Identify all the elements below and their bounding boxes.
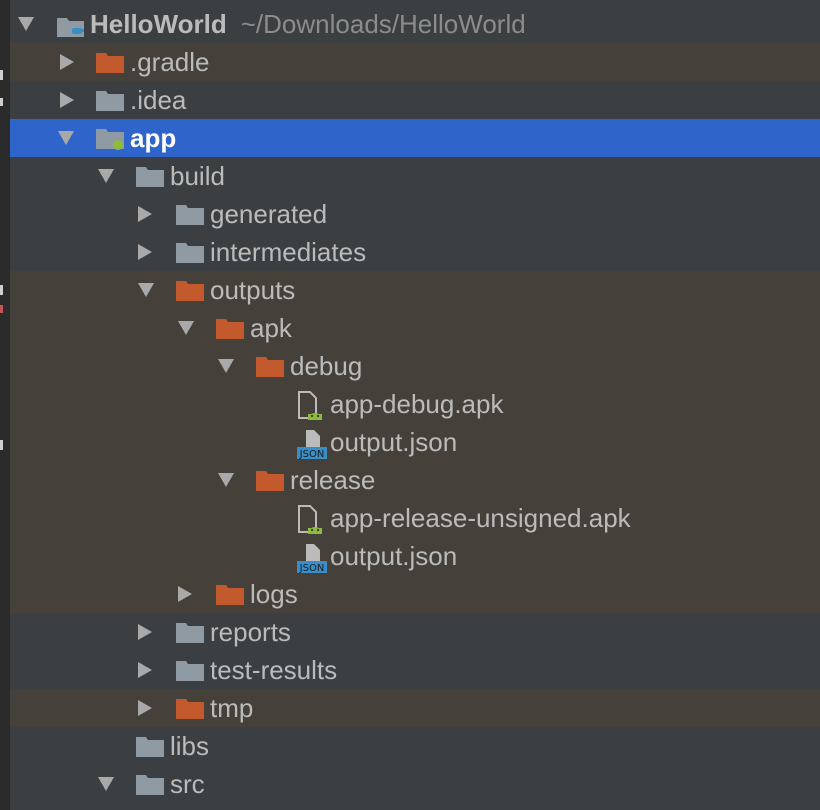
folder-gray-icon — [176, 243, 204, 263]
project-name: HelloWorld ~/Downloads/HelloWorld — [90, 9, 526, 39]
expand-arrow-icon[interactable] — [18, 17, 34, 31]
tree-row-app-release-apk[interactable]: app-release-unsigned.apk — [10, 499, 820, 537]
json-badge-text: JSON — [299, 563, 325, 574]
folder-orange-icon — [216, 319, 244, 339]
project-path: ~/Downloads/HelloWorld — [240, 9, 526, 39]
json-file-icon: JSON — [296, 428, 327, 460]
expand-arrow-icon[interactable] — [178, 586, 192, 602]
expand-arrow-icon[interactable] — [60, 54, 74, 70]
json-file-icon: JSON — [296, 542, 327, 574]
tree-label: build — [170, 161, 225, 191]
tree-row-reports[interactable]: reports — [10, 613, 820, 651]
folder-orange-icon — [216, 585, 244, 605]
expand-arrow-icon[interactable] — [138, 662, 152, 678]
tree-row-root[interactable]: HelloWorld ~/Downloads/HelloWorld — [10, 5, 820, 43]
project-tree: HelloWorld ~/Downloads/HelloWorld .gradle… — [10, 5, 820, 803]
gutter-marker — [0, 285, 3, 295]
expand-arrow-icon[interactable] — [98, 777, 114, 791]
tree-row-output-json[interactable]: JSON output.json — [10, 537, 820, 575]
tree-label: debug — [290, 351, 363, 381]
tree-row-app[interactable]: app — [10, 119, 820, 157]
gutter-marker — [0, 440, 3, 450]
apk-file-icon — [296, 390, 326, 420]
left-gutter — [0, 0, 10, 810]
tree-label: app — [130, 123, 177, 153]
project-folder-icon — [56, 15, 84, 37]
folder-gray-icon — [136, 737, 164, 757]
tree-row-app-debug-apk[interactable]: app-debug.apk — [10, 385, 820, 423]
tree-row-output-json[interactable]: JSON output.json — [10, 423, 820, 461]
tree-row-release[interactable]: release — [10, 461, 820, 499]
tree-row-test-results[interactable]: test-results — [10, 651, 820, 689]
tree-label: output.json — [330, 427, 458, 457]
folder-orange-icon — [176, 281, 204, 301]
folder-gray-icon — [136, 167, 164, 187]
expand-arrow-icon[interactable] — [138, 624, 152, 640]
tree-row-gradle[interactable]: .gradle — [10, 43, 820, 81]
folder-gray-icon — [176, 623, 204, 643]
tree-label: tmp — [210, 693, 254, 723]
tree-label: release — [290, 465, 376, 495]
folder-gray-icon — [136, 775, 164, 795]
tree-label: app-release-unsigned.apk — [330, 503, 631, 533]
tree-row-tmp[interactable]: tmp — [10, 689, 820, 727]
expand-arrow-icon[interactable] — [60, 92, 74, 108]
tree-row-src[interactable]: src — [10, 765, 820, 803]
folder-gray-icon — [176, 661, 204, 681]
expand-arrow-icon[interactable] — [138, 244, 152, 260]
expand-arrow-icon[interactable] — [98, 169, 114, 183]
tree-label: output.json — [330, 541, 458, 571]
folder-orange-icon — [96, 53, 124, 73]
folder-orange-icon — [256, 357, 284, 377]
expand-arrow-icon[interactable] — [218, 473, 234, 487]
tree-label: .idea — [130, 85, 187, 115]
tree-label: outputs — [210, 275, 296, 305]
tree-row-libs[interactable]: libs — [10, 727, 820, 765]
tree-label: libs — [170, 731, 210, 761]
tree-row-intermediates[interactable]: intermediates — [10, 233, 820, 271]
tree-label: app-debug.apk — [330, 389, 504, 419]
tree-row-outputs[interactable]: outputs — [10, 271, 820, 309]
expand-arrow-icon[interactable] — [138, 283, 154, 297]
apk-file-icon — [296, 504, 326, 534]
folder-gray-icon — [96, 91, 124, 111]
tree-label: generated — [210, 199, 328, 229]
tree-row-logs[interactable]: logs — [10, 575, 820, 613]
folder-gray-icon — [176, 205, 204, 225]
gutter-marker — [0, 70, 3, 80]
tree-label: test-results — [210, 655, 338, 685]
expand-arrow-icon[interactable] — [138, 206, 152, 222]
expand-arrow-icon[interactable] — [138, 700, 152, 716]
tree-label: src — [170, 769, 205, 799]
folder-orange-icon — [176, 699, 204, 719]
tree-label: intermediates — [210, 237, 367, 267]
tree-row-debug[interactable]: debug — [10, 347, 820, 385]
tree-label: .gradle — [130, 47, 210, 77]
tree-row-idea[interactable]: .idea — [10, 81, 820, 119]
gutter-marker — [0, 305, 3, 313]
module-folder-icon — [96, 129, 124, 150]
tree-row-build[interactable]: build — [10, 157, 820, 195]
folder-orange-icon — [256, 471, 284, 491]
json-badge-text: JSON — [299, 449, 325, 460]
tree-row-generated[interactable]: generated — [10, 195, 820, 233]
tree-label: apk — [250, 313, 292, 343]
expand-arrow-icon[interactable] — [178, 321, 194, 335]
expand-arrow-icon[interactable] — [218, 359, 234, 373]
gutter-marker — [0, 98, 3, 106]
tree-label: reports — [210, 617, 291, 647]
tree-label: logs — [250, 579, 298, 609]
tree-row-apk[interactable]: apk — [10, 309, 820, 347]
expand-arrow-icon[interactable] — [58, 131, 74, 145]
